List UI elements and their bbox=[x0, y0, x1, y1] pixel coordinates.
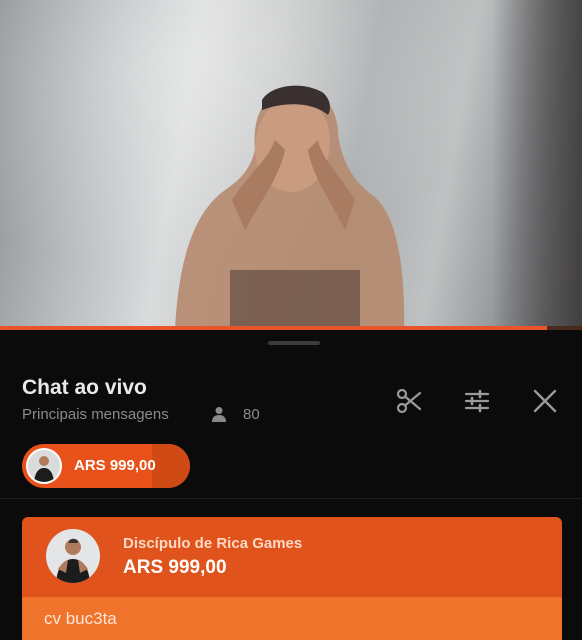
pill-amount: ARS 999,00 bbox=[74, 457, 156, 474]
scissors-icon bbox=[396, 388, 422, 414]
drag-handle[interactable] bbox=[268, 341, 320, 345]
super-chat-author[interactable]: Discípulo de Rica Games bbox=[123, 535, 302, 552]
chat-title: Chat ao vivo bbox=[22, 376, 147, 399]
video-player[interactable] bbox=[0, 0, 582, 330]
viewer-count: 80 bbox=[243, 406, 260, 423]
avatar[interactable] bbox=[46, 529, 100, 583]
chat-mode-label[interactable]: Principais mensagens bbox=[22, 406, 169, 423]
pill-timer-remaining bbox=[152, 444, 190, 488]
person-icon bbox=[212, 407, 226, 422]
avatar bbox=[26, 448, 62, 484]
divider bbox=[0, 498, 582, 499]
close-icon bbox=[533, 389, 557, 413]
video-progress-fill bbox=[0, 326, 548, 330]
pinned-super-chat-pill[interactable]: ARS 999,00 bbox=[22, 444, 190, 488]
filter-button[interactable] bbox=[462, 386, 492, 416]
close-button[interactable] bbox=[530, 386, 560, 416]
clip-button[interactable] bbox=[394, 386, 424, 416]
super-chat-header bbox=[22, 517, 562, 597]
super-chat-message[interactable]: Discípulo de Rica Games ARS 999,00 cv bu… bbox=[22, 517, 562, 640]
super-chat-amount: ARS 999,00 bbox=[123, 557, 227, 578]
video-progress-bar[interactable] bbox=[0, 326, 582, 330]
person-silhouette bbox=[175, 85, 405, 330]
super-chat-text: cv buc3ta bbox=[44, 609, 117, 628]
sliders-icon bbox=[464, 389, 490, 413]
